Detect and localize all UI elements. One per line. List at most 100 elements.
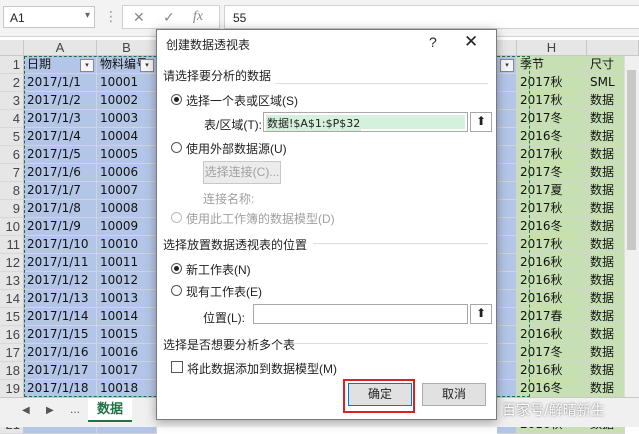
formula-input[interactable]: 55 <box>224 5 639 29</box>
table-cell[interactable]: 2016秋 <box>517 290 587 308</box>
table-cell[interactable]: 2017秋 <box>517 92 587 110</box>
table-cell[interactable]: 10006 <box>97 164 157 182</box>
table-cell[interactable]: 数据 <box>587 92 625 110</box>
table-cell[interactable]: 10003 <box>97 110 157 128</box>
table-cell[interactable] <box>497 344 517 362</box>
table-cell[interactable]: 数据 <box>587 182 625 200</box>
table-cell[interactable]: 2017/1/7 <box>24 182 97 200</box>
table-cell[interactable]: 2017/1/9 <box>24 218 97 236</box>
column-header-h[interactable]: H <box>517 40 587 56</box>
radio-existing-sheet[interactable] <box>171 285 182 296</box>
row-header[interactable]: 7 <box>0 164 24 182</box>
table-cell[interactable]: 10004 <box>97 128 157 146</box>
table-cell[interactable]: 数据 <box>587 254 625 272</box>
table-cell[interactable]: 2017冬 <box>517 344 587 362</box>
table-cell[interactable]: 2017冬 <box>517 164 587 182</box>
table-cell[interactable]: 10001 <box>97 74 157 92</box>
table-cell[interactable] <box>497 218 517 236</box>
table-cell[interactable]: 2017/1/4 <box>24 128 97 146</box>
table-cell[interactable]: 10015 <box>97 326 157 344</box>
column-header-g[interactable] <box>497 40 517 56</box>
row-header[interactable]: 5 <box>0 128 24 146</box>
row-header[interactable]: 4 <box>0 110 24 128</box>
row-header[interactable]: 1 <box>0 56 24 74</box>
header-cell[interactable]: ▾ <box>497 56 517 74</box>
header-cell[interactable]: 季节 <box>517 56 587 74</box>
table-cell[interactable]: 10011 <box>97 254 157 272</box>
row-header[interactable]: 6 <box>0 146 24 164</box>
table-cell[interactable]: 数据 <box>587 128 625 146</box>
table-cell[interactable]: 数据 <box>587 290 625 308</box>
table-cell[interactable]: 2017/1/13 <box>24 290 97 308</box>
function-icon[interactable]: fx <box>193 9 203 25</box>
select-all-corner[interactable] <box>0 40 24 56</box>
filter-dropdown-icon[interactable]: ▾ <box>80 59 94 72</box>
column-header-i[interactable] <box>587 40 639 56</box>
table-cell[interactable]: 10009 <box>97 218 157 236</box>
table-cell[interactable]: 2017/1/10 <box>24 236 97 254</box>
choose-connection-button[interactable]: 选择连接(C)... <box>203 161 281 184</box>
table-cell[interactable] <box>497 74 517 92</box>
table-cell[interactable]: 10018 <box>97 380 157 398</box>
table-cell[interactable] <box>497 110 517 128</box>
close-icon[interactable]: ✕ <box>464 32 478 52</box>
table-cell[interactable]: 2017秋 <box>517 236 587 254</box>
tab-prev-icon[interactable]: ◀ <box>22 405 30 416</box>
radio-select-range-label[interactable]: 选择一个表或区域(S) <box>186 92 298 109</box>
header-cell[interactable]: 日期 ▾ <box>24 56 97 74</box>
table-cell[interactable]: 数据 <box>587 218 625 236</box>
table-cell[interactable] <box>497 308 517 326</box>
table-cell[interactable]: 2017/1/1 <box>24 74 97 92</box>
table-cell[interactable]: 10016 <box>97 344 157 362</box>
radio-new-sheet[interactable] <box>171 263 182 274</box>
table-cell[interactable] <box>497 290 517 308</box>
radio-existing-sheet-label[interactable]: 现有工作表(E) <box>186 283 262 300</box>
row-header[interactable]: 15 <box>0 308 24 326</box>
table-cell[interactable] <box>497 200 517 218</box>
table-cell[interactable]: 2017/1/2 <box>24 92 97 110</box>
location-collapse-icon[interactable]: ⬆ <box>470 304 492 324</box>
table-cell[interactable] <box>497 326 517 344</box>
table-cell[interactable]: 2017/1/15 <box>24 326 97 344</box>
table-cell[interactable]: 数据 <box>587 380 625 398</box>
row-header[interactable]: 18 <box>0 362 24 380</box>
table-cell[interactable] <box>497 182 517 200</box>
cancel-icon[interactable]: ✕ <box>133 9 145 26</box>
filter-dropdown-icon[interactable]: ▾ <box>140 59 154 72</box>
table-cell[interactable]: 2017/1/11 <box>24 254 97 272</box>
table-cell[interactable]: 2017春 <box>517 308 587 326</box>
row-header[interactable]: 3 <box>0 92 24 110</box>
row-header[interactable]: 19 <box>0 380 24 398</box>
table-cell[interactable] <box>497 164 517 182</box>
table-cell[interactable]: 2017冬 <box>517 110 587 128</box>
row-header[interactable]: 13 <box>0 272 24 290</box>
radio-select-range[interactable] <box>171 94 182 105</box>
table-cell[interactable]: 数据 <box>587 236 625 254</box>
table-cell[interactable]: 2016秋 <box>517 272 587 290</box>
table-cell[interactable] <box>497 380 517 398</box>
table-cell[interactable] <box>497 254 517 272</box>
radio-external-source[interactable] <box>171 142 182 153</box>
table-cell[interactable]: 2016冬 <box>517 218 587 236</box>
table-cell[interactable]: 数据 <box>587 272 625 290</box>
table-cell[interactable]: 10012 <box>97 272 157 290</box>
table-cell[interactable]: 数据 <box>587 110 625 128</box>
table-cell[interactable]: 数据 <box>587 344 625 362</box>
table-cell[interactable]: 数据 <box>587 362 625 380</box>
radio-new-sheet-label[interactable]: 新工作表(N) <box>186 261 251 278</box>
table-cell[interactable]: 数据 <box>587 200 625 218</box>
vertical-scrollbar[interactable] <box>624 56 639 397</box>
table-cell[interactable]: SML <box>587 74 625 92</box>
table-cell[interactable]: 10002 <box>97 92 157 110</box>
table-cell[interactable]: 2017/1/6 <box>24 164 97 182</box>
row-header[interactable]: 11 <box>0 236 24 254</box>
table-cell[interactable]: 2017秋 <box>517 200 587 218</box>
table-cell[interactable]: 2016秋 <box>517 362 587 380</box>
cancel-button[interactable]: 取消 <box>422 383 486 406</box>
radio-data-model[interactable] <box>171 212 182 223</box>
table-cell[interactable]: 10014 <box>97 308 157 326</box>
radio-data-model-label[interactable]: 使用此工作簿的数据模型(D) <box>186 210 335 227</box>
tab-sheet-data[interactable]: 数据 <box>88 398 132 422</box>
table-cell[interactable]: 数据 <box>587 326 625 344</box>
table-cell[interactable]: 10013 <box>97 290 157 308</box>
